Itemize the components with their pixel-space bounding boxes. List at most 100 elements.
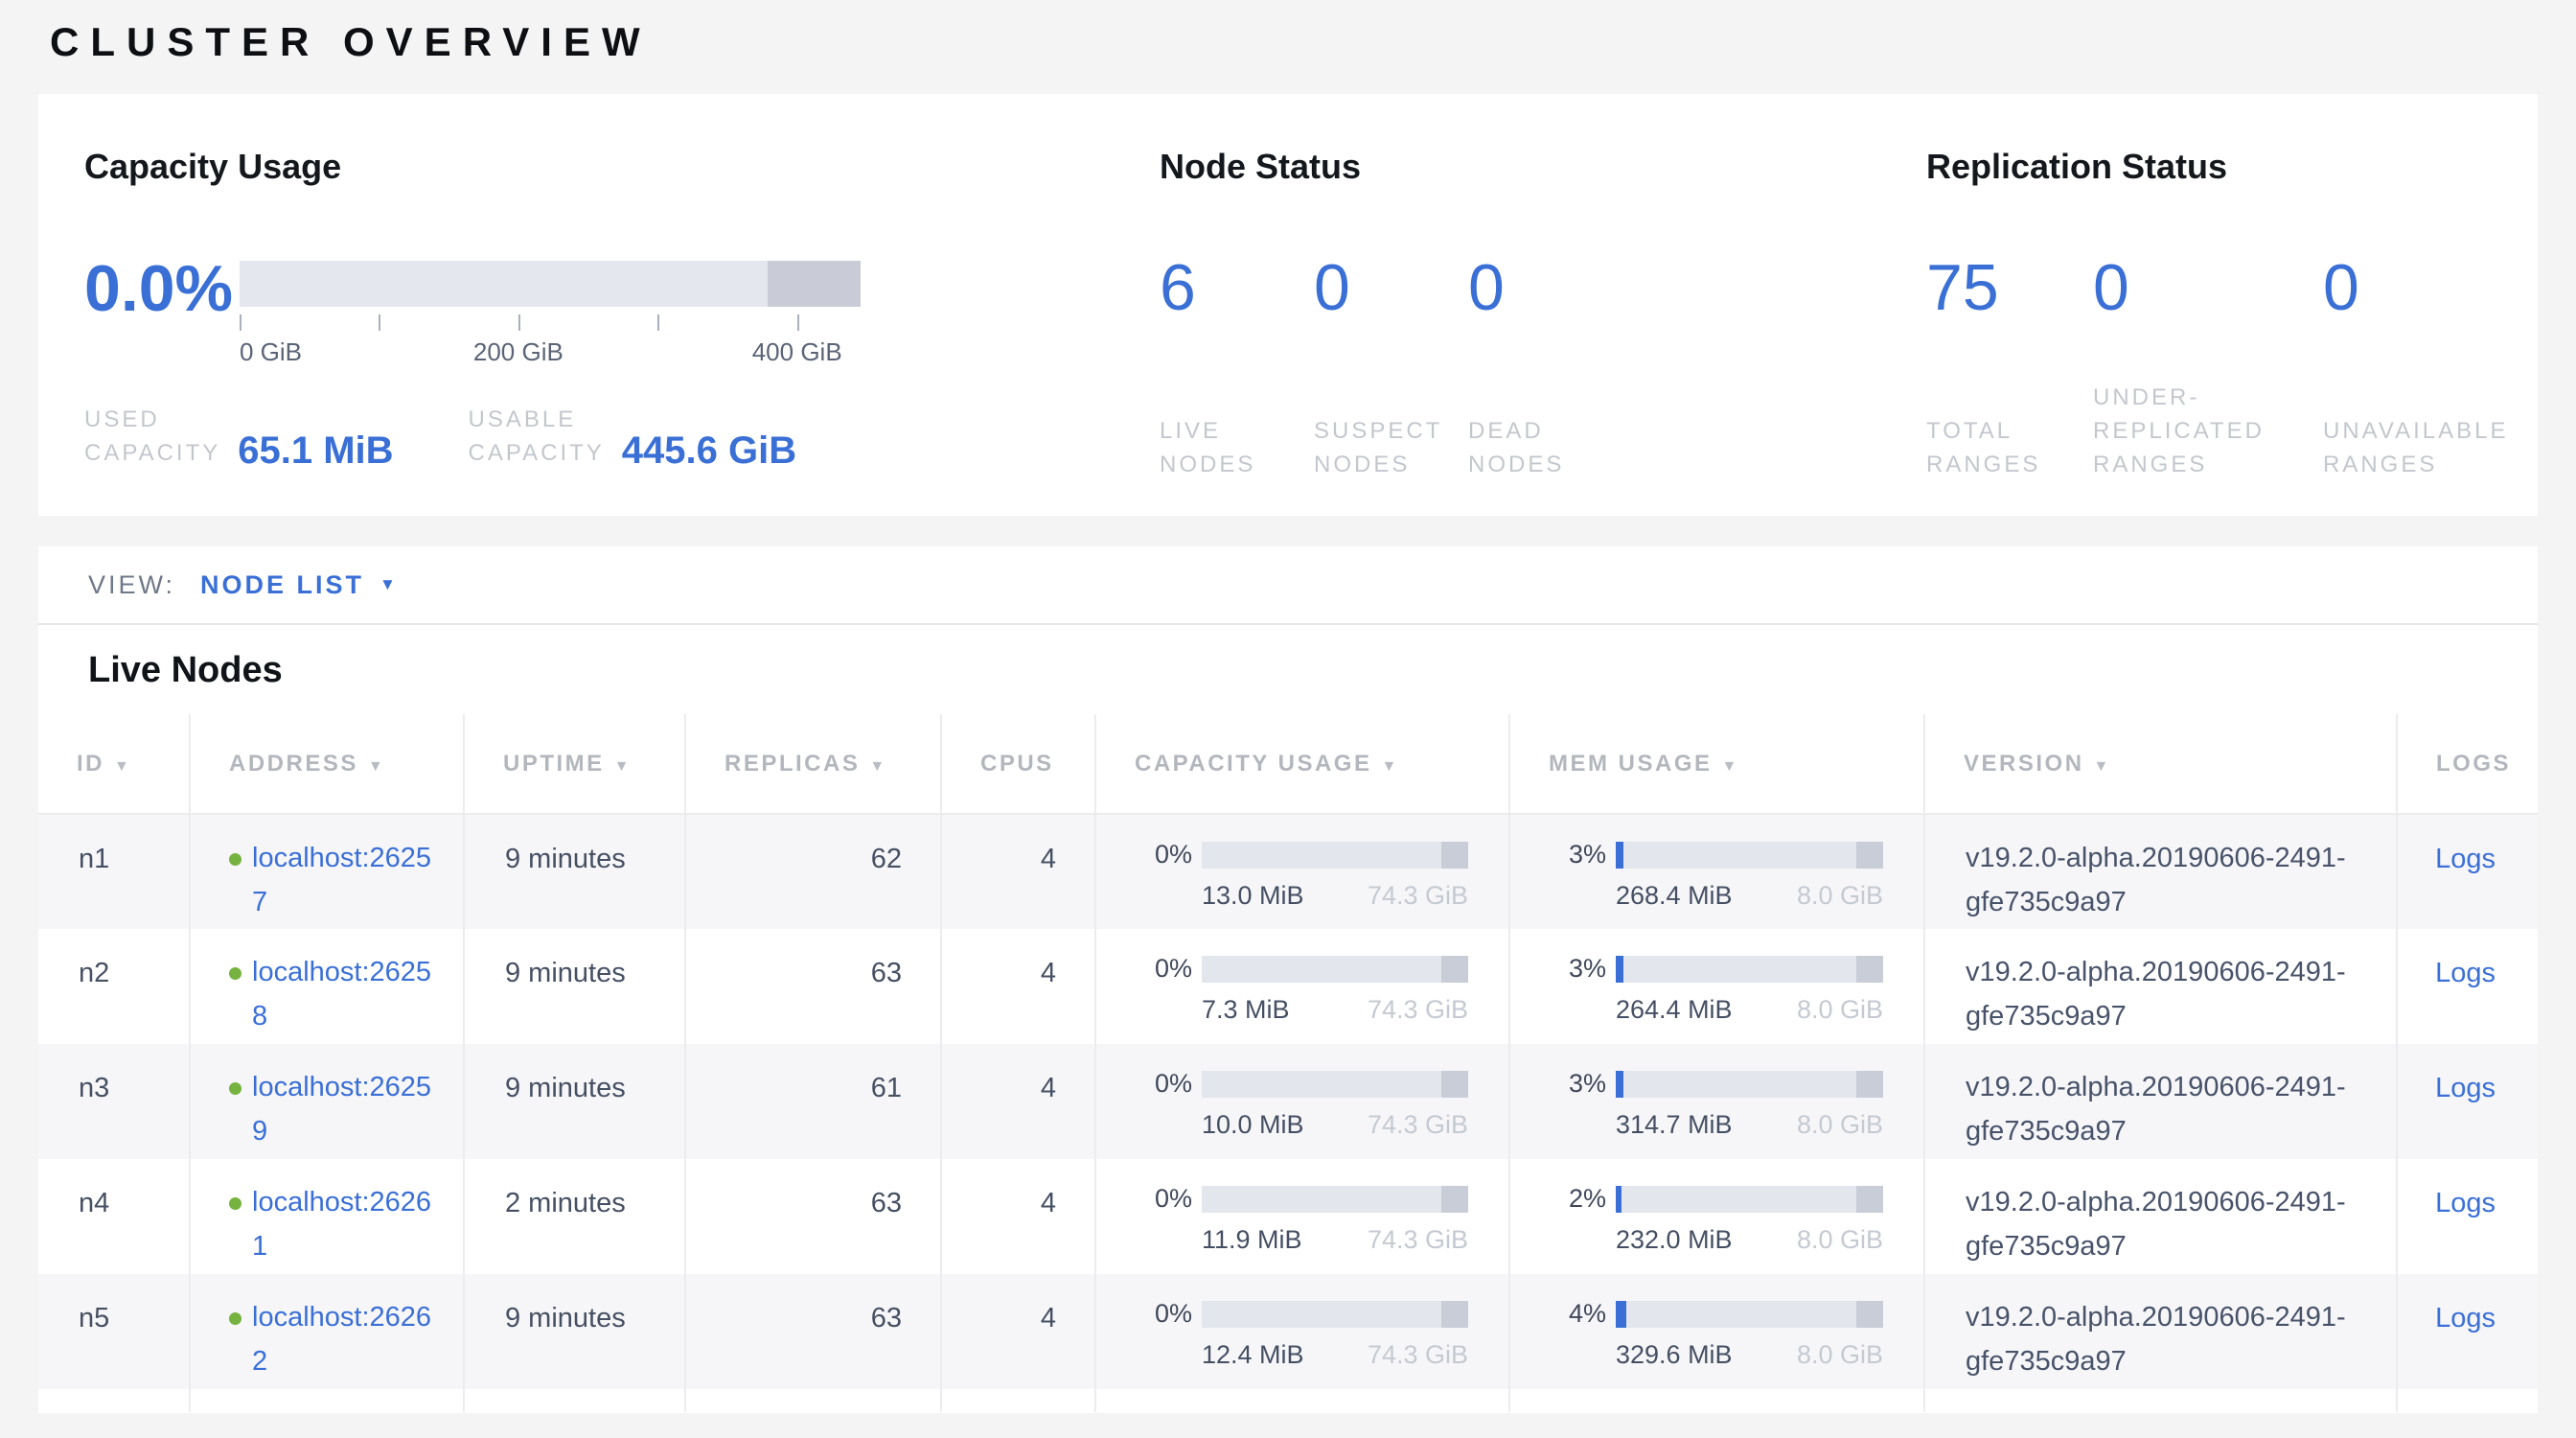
column-header-label: MEM USAGE <box>1549 751 1713 777</box>
sort-caret-icon: ▼ <box>614 758 632 775</box>
chevron-down-icon[interactable]: ▼ <box>380 575 396 594</box>
logs-link[interactable]: Logs <box>2435 1188 2496 1218</box>
replicas-cell: 62 <box>685 814 941 929</box>
live-status-dot-icon <box>229 1197 242 1210</box>
column-header-version[interactable]: VERSION▼ <box>1924 714 2397 814</box>
capacity-used-value: 12.4 MiB <box>1202 1340 1304 1370</box>
empty-cell <box>190 1389 464 1412</box>
mem-mini-bar <box>1616 1071 1883 1098</box>
logs-link[interactable]: Logs <box>2435 1303 2496 1334</box>
mem-reserved-segment <box>1856 1186 1883 1213</box>
node-id-cell: n3 <box>38 1044 190 1159</box>
capacity-total-value: 74.3 GiB <box>1368 1340 1468 1370</box>
capacity-usage-cell: 0% 12.4 MiB 74.3 GiB <box>1095 1274 1509 1389</box>
mem-usage-cell: 2% 232.0 MiB 8.0 GiB <box>1509 1159 1924 1274</box>
column-header-capacity-usage[interactable]: CAPACITY USAGE▼ <box>1095 714 1509 814</box>
version-text: v19.2.0-alpha.20190606-2491-gfe735c9a97 <box>1966 1180 2402 1268</box>
mem-used-value: 264.4 MiB <box>1616 995 1733 1025</box>
sort-caret-icon: ▼ <box>1722 758 1739 775</box>
replication-status-stats: 75 TOTAL RANGES 0 UNDER- REPLICATED RANG… <box>1926 253 2553 481</box>
column-header-replicas[interactable]: REPLICAS▼ <box>685 714 941 814</box>
usable-capacity-stat: USABLE CAPACITY 445.6 GiB <box>469 403 797 470</box>
version-cell: v19.2.0-alpha.20190606-2491-gfe735c9a97 <box>1924 1274 2397 1389</box>
node-address-link[interactable]: localhost:26257 <box>252 836 446 924</box>
node-address-link[interactable]: localhost:26258 <box>252 950 446 1038</box>
node-id-cell: n1 <box>38 814 190 929</box>
node-address-cell: localhost:26258 <box>190 929 464 1044</box>
capacity-usage-cell: 0% 13.0 MiB 74.3 GiB <box>1095 814 1509 929</box>
mem-mini-bar <box>1616 842 1883 869</box>
node-id-cell: n4 <box>38 1159 190 1274</box>
cpus-cell: 4 <box>941 1159 1095 1274</box>
page-title: CLUSTER OVERVIEW <box>50 19 2576 65</box>
axis-tick-label: 0 GiB <box>240 337 302 367</box>
mem-mini-bar <box>1616 956 1883 983</box>
logs-link[interactable]: Logs <box>2435 958 2496 988</box>
stat-value: 0 <box>1314 253 1468 322</box>
capacity-mini-bar <box>1202 1186 1468 1213</box>
mem-used-value: 329.6 MiB <box>1616 1340 1733 1370</box>
mem-usage-cell: 4% 329.6 MiB 8.0 GiB <box>1509 1274 1924 1389</box>
mem-percent-label: 3% <box>1564 840 1606 870</box>
stat-value: 0 <box>2093 253 2323 322</box>
table-header-row: ID▼ ADDRESS▼ UPTIME▼ REPLICAS▼ CPUS CAPA… <box>38 714 2538 814</box>
replicas-cell: 63 <box>685 1159 941 1274</box>
axis-tick <box>657 314 659 331</box>
axis-tick <box>240 314 242 331</box>
view-dropdown[interactable]: NODE LIST <box>200 570 364 600</box>
logs-cell: Logs <box>2397 1159 2538 1274</box>
capacity-total-value: 74.3 GiB <box>1368 1225 1468 1255</box>
mem-reserved-segment <box>1856 842 1883 869</box>
axis-tick-label: 400 GiB <box>752 337 842 367</box>
cluster-summary-card: Capacity Usage 0.0% 0 GiB200 GiB400 GiB … <box>38 94 2538 516</box>
partial-table-row <box>38 1389 2538 1412</box>
node-address-cell: localhost:26261 <box>190 1159 464 1274</box>
capacity-usage-cell: 0% 10.0 MiB 74.3 GiB <box>1095 1044 1509 1159</box>
live-nodes-table: ID▼ ADDRESS▼ UPTIME▼ REPLICAS▼ CPUS CAPA… <box>38 714 2538 1412</box>
capacity-usage-heading: Capacity Usage <box>84 146 1160 188</box>
mem-total-value: 8.0 GiB <box>1797 1225 1883 1255</box>
capacity-reserved-segment <box>1441 1301 1468 1328</box>
version-text: v19.2.0-alpha.20190606-2491-gfe735c9a97 <box>1966 1295 2402 1383</box>
column-header-cpus: CPUS <box>941 714 1095 814</box>
node-address-link[interactable]: localhost:26259 <box>252 1065 446 1153</box>
mem-total-value: 8.0 GiB <box>1797 1110 1883 1140</box>
column-header-label: ADDRESS <box>229 751 358 777</box>
node-id-cell: n5 <box>38 1274 190 1389</box>
node-address-cell: localhost:26259 <box>190 1044 464 1159</box>
node-address-link[interactable]: localhost:26261 <box>252 1180 446 1268</box>
version-text: v19.2.0-alpha.20190606-2491-gfe735c9a97 <box>1966 1065 2402 1153</box>
empty-cell <box>1924 1389 2397 1412</box>
usable-capacity-label: USABLE CAPACITY <box>469 403 605 470</box>
stat-value: 75 <box>1926 253 2093 322</box>
node-address-link[interactable]: localhost:26262 <box>252 1295 446 1383</box>
node-id-cell: n2 <box>38 929 190 1044</box>
mem-fill-segment <box>1616 1301 1626 1328</box>
summary-stat: 6 LIVE NODES <box>1160 253 1314 481</box>
capacity-reserved-segment <box>1441 956 1468 983</box>
summary-stat: 0 SUSPECT NODES <box>1314 253 1468 481</box>
capacity-gauge-bar <box>240 261 861 307</box>
column-header-label: UPTIME <box>503 751 605 777</box>
mem-mini-bar <box>1616 1301 1883 1328</box>
cpus-cell: 4 <box>941 1044 1095 1159</box>
replicas-cell: 63 <box>685 1274 941 1389</box>
column-header-mem-usage[interactable]: MEM USAGE ▼ <box>1509 714 1924 814</box>
sort-caret-icon: ▼ <box>1381 758 1398 775</box>
column-header-uptime[interactable]: UPTIME ▼ <box>464 714 685 814</box>
empty-cell <box>1095 1389 1509 1412</box>
node-status-heading: Node Status <box>1160 146 1926 188</box>
live-status-dot-icon <box>229 1082 242 1095</box>
axis-tick <box>518 314 520 331</box>
capacity-total-value: 74.3 GiB <box>1368 995 1468 1025</box>
column-header-address[interactable]: ADDRESS▼ <box>190 714 464 814</box>
logs-link[interactable]: Logs <box>2435 1073 2496 1103</box>
capacity-usage-section: Capacity Usage 0.0% 0 GiB200 GiB400 GiB … <box>84 146 1160 516</box>
cpus-cell: 4 <box>941 814 1095 929</box>
sort-caret-icon: ▼ <box>2094 758 2111 775</box>
logs-link[interactable]: Logs <box>2435 844 2496 874</box>
live-status-dot-icon <box>229 853 242 866</box>
column-header-id[interactable]: ID▼ <box>38 714 190 814</box>
capacity-used-value: 10.0 MiB <box>1202 1110 1304 1140</box>
cpus-cell: 4 <box>941 1274 1095 1389</box>
